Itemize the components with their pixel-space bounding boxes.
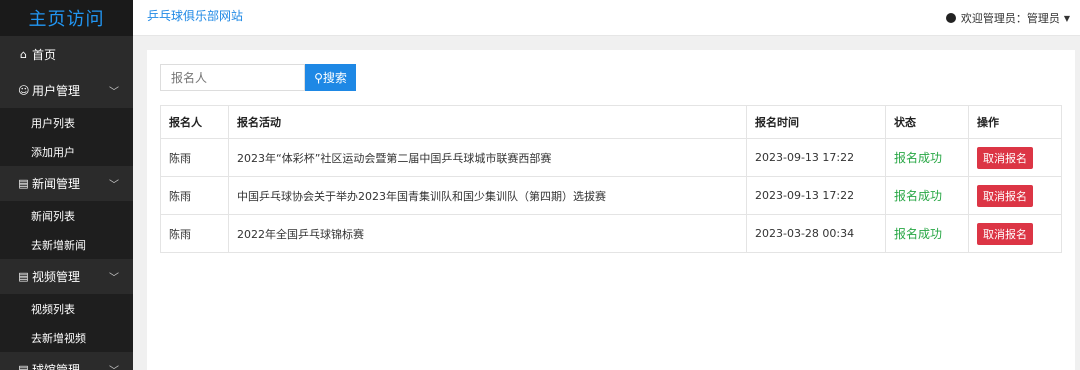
cell-name: 陈雨 [160, 214, 229, 253]
sidebar-group-label: 用户管理 [32, 84, 81, 98]
column-header: 状态 [885, 105, 969, 139]
cell-status: 报名成功 [885, 214, 969, 253]
cell-time: 2023-09-13 17:22 [746, 176, 886, 215]
cell-status: 报名成功 [885, 138, 969, 177]
sidebar-item-label: 首页 [32, 48, 57, 62]
search-input[interactable] [160, 64, 305, 91]
search-icon: ⚲ [314, 70, 323, 85]
table-header-row: 报名人 报名活动 报名时间 状态 操作 [160, 105, 1062, 139]
column-header: 操作 [968, 105, 1062, 139]
user-icon: ☺ [18, 84, 30, 97]
chevron-down-icon: ﹀ [109, 87, 119, 98]
sidebar-item-home[interactable]: ⌂ 首页 [0, 36, 133, 73]
smile-icon [945, 13, 956, 23]
site-title-link[interactable]: 乒乓球俱乐部网站 [147, 7, 243, 24]
sidebar-group-venues[interactable]: ▤ 球馆管理 ﹀ [0, 352, 133, 370]
cell-time: 2023-03-28 00:34 [746, 214, 886, 253]
document-icon: ▤ [18, 177, 29, 190]
sidebar-item-user-list[interactable]: 用户列表 [0, 108, 133, 137]
sidebar: 主页访问 ⌂ 首页 ☺ 用户管理 ﹀ 用户列表 添加用户 ▤ 新闻管理 ﹀ 新闻… [0, 0, 133, 370]
chevron-down-icon: ﹀ [109, 362, 119, 370]
table-row: 陈雨 2022年全国乒乓球锦标赛 2023-03-28 00:34 报名成功 取… [160, 214, 1062, 253]
column-header: 报名人 [160, 105, 229, 139]
logo[interactable]: 主页访问 [0, 0, 133, 36]
cell-activity: 2023年“体彩杯”社区运动会暨第二届中国乒乓球城市联赛西部赛 [228, 138, 747, 177]
document-icon: ▤ [18, 363, 29, 370]
home-icon: ⌂ [20, 48, 27, 61]
sidebar-item-video-list[interactable]: 视频列表 [0, 294, 133, 323]
cell-action: 取消报名 [968, 214, 1062, 253]
caret-down-icon: ▼ [1063, 13, 1070, 23]
cell-activity: 中国乒乓球协会关于举办2023年国青集训队和国少集训队（第四期）选拔赛 [228, 176, 747, 215]
sidebar-group-label: 球馆管理 [32, 363, 81, 370]
cell-activity: 2022年全国乒乓球锦标赛 [228, 214, 747, 253]
column-header: 报名活动 [228, 105, 747, 139]
cancel-registration-button[interactable]: 取消报名 [977, 146, 1033, 169]
sidebar-item-news-list[interactable]: 新闻列表 [0, 201, 133, 230]
user-menu[interactable]: 欢迎管理员：管理员 ▼ [945, 10, 1070, 26]
sidebar-group-label: 新闻管理 [32, 177, 81, 191]
sidebar-item-add-news[interactable]: 去新增新闻 [0, 230, 133, 259]
sidebar-group-label: 视频管理 [32, 270, 81, 284]
table-row: 陈雨 中国乒乓球协会关于举办2023年国青集训队和国少集训队（第四期）选拔赛 2… [160, 176, 1062, 215]
sidebar-group-users[interactable]: ☺ 用户管理 ﹀ [0, 73, 133, 108]
content-card: ⚲ 搜索 报名人 报名活动 报名时间 状态 操作 陈雨 2023年“体彩杯”社区… [147, 50, 1075, 370]
chevron-down-icon: ﹀ [109, 180, 119, 191]
table-row: 陈雨 2023年“体彩杯”社区运动会暨第二届中国乒乓球城市联赛西部赛 2023-… [160, 138, 1062, 177]
search-button-label: 搜索 [322, 71, 347, 85]
sidebar-item-add-user[interactable]: 添加用户 [0, 137, 133, 166]
cell-status: 报名成功 [885, 176, 969, 215]
sidebar-group-videos[interactable]: ▤ 视频管理 ﹀ [0, 259, 133, 294]
cell-action: 取消报名 [968, 176, 1062, 215]
sidebar-item-add-video[interactable]: 去新增视频 [0, 323, 133, 352]
chevron-down-icon: ﹀ [109, 273, 119, 284]
document-icon: ▤ [18, 270, 29, 283]
cell-name: 陈雨 [160, 138, 229, 177]
cell-action: 取消报名 [968, 138, 1062, 177]
registration-table: 报名人 报名活动 报名时间 状态 操作 陈雨 2023年“体彩杯”社区运动会暨第… [160, 105, 1062, 253]
search-bar: ⚲ 搜索 [160, 64, 356, 91]
search-button[interactable]: ⚲ 搜索 [305, 64, 356, 91]
cancel-registration-button[interactable]: 取消报名 [977, 184, 1033, 207]
top-header: 乒乓球俱乐部网站 欢迎管理员：管理员 ▼ [133, 0, 1080, 36]
sidebar-group-news[interactable]: ▤ 新闻管理 ﹀ [0, 166, 133, 201]
cancel-registration-button[interactable]: 取消报名 [977, 222, 1033, 245]
welcome-text: 欢迎管理员：管理员 [960, 12, 1060, 25]
cell-name: 陈雨 [160, 176, 229, 215]
column-header: 报名时间 [746, 105, 886, 139]
cell-time: 2023-09-13 17:22 [746, 138, 886, 177]
